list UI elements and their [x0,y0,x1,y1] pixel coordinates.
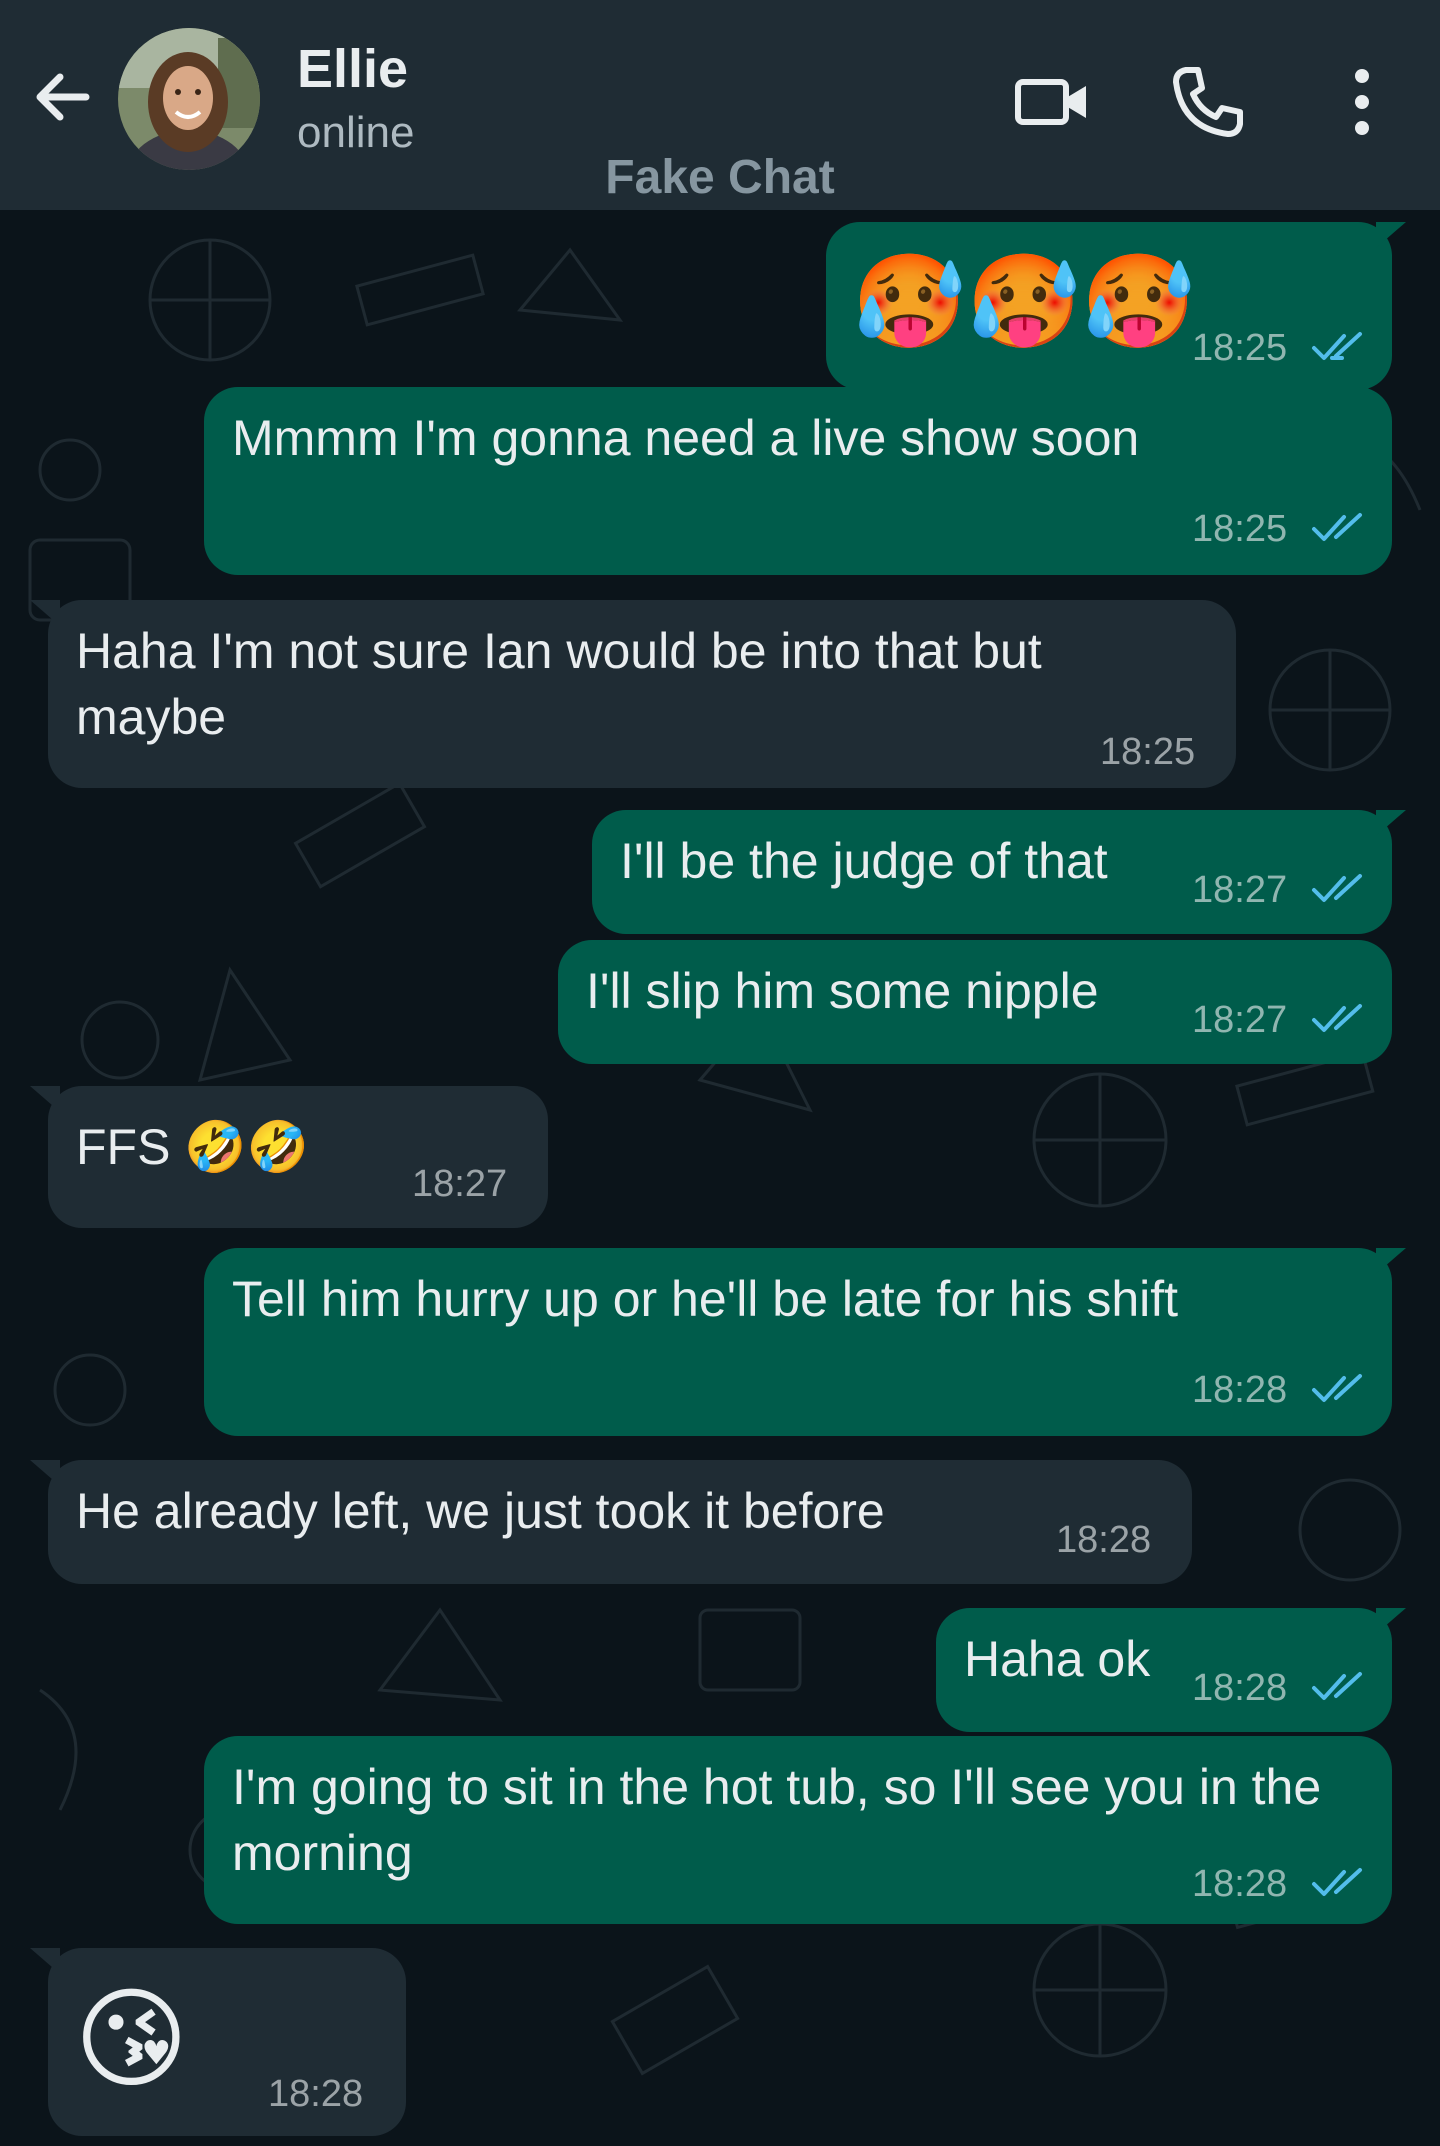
message-time: 18:27 [1192,999,1288,1041]
message-text: Haha I'm not sure Ian would be into that… [76,623,1042,745]
double-check-icon [1312,513,1362,541]
message-bubble-outgoing[interactable]: 🥵🥵🥵 18:25 [826,222,1406,390]
arrow-left-icon [36,73,90,121]
chat-header: Ellie online Fake Chat [0,0,1440,210]
message-time: 18:27 [1192,869,1288,911]
message-time: 18:25 [1192,327,1288,369]
message-bubble-incoming[interactable]: FFS 🤣🤣 18:27 [30,1086,548,1228]
message-text: Tell him hurry up or he'll be late for h… [232,1271,1179,1327]
chat-screen: Ellie online Fake Chat 🥵🥵🥵 18:25 Mmmm I'… [0,0,1440,2146]
message-time: 18:28 [1056,1519,1152,1561]
message-list[interactable]: 🥵🥵🥵 18:25 Mmmm I'm gonna need a live sho… [0,210,1440,2146]
message-time: 18:27 [412,1163,508,1205]
double-check-icon [1312,1868,1362,1896]
menu-button[interactable] [1322,62,1402,142]
message-bubble-outgoing[interactable]: Tell him hurry up or he'll be late for h… [204,1248,1406,1436]
message-text: Haha ok [964,1631,1151,1687]
message-bubble-outgoing[interactable]: Mmmm I'm gonna need a live show soon 18:… [204,387,1392,575]
message-text: I'll be the judge of that [620,833,1108,889]
message-bubble-outgoing[interactable]: I'll be the judge of that 18:27 [592,810,1406,934]
phone-icon [1173,67,1243,137]
avatar-image [118,28,260,170]
double-check-icon [1312,1672,1362,1700]
video-camera-icon [1015,79,1086,125]
message-text: 🥵🥵🥵 [852,251,1196,353]
message-text: He already left, we just took it before [76,1483,885,1539]
message-time: 18:28 [1192,1863,1288,1905]
message-time: 18:28 [268,2073,364,2115]
message-text: Mmmm I'm gonna need a live show soon [232,410,1140,466]
double-check-icon [1312,332,1362,360]
message-bubble-outgoing[interactable]: I'm going to sit in the hot tub, so I'll… [204,1736,1392,1924]
message-time: 18:28 [1192,1667,1288,1709]
message-text: FFS 🤣🤣 [76,1119,309,1175]
back-button[interactable] [28,62,98,132]
kebab-menu-icon [1355,69,1369,135]
video-call-button[interactable] [1012,62,1092,142]
message-bubble-outgoing[interactable]: I'll slip him some nipple 18:27 [558,940,1392,1064]
message-text: I'll slip him some nipple [586,963,1099,1019]
message-time: 18:25 [1100,731,1196,773]
message-time: 18:28 [1192,1369,1288,1411]
avatar[interactable] [118,28,260,170]
double-check-icon [1312,874,1362,902]
message-bubble-incoming[interactable]: Haha I'm not sure Ian would be into that… [30,600,1236,788]
watermark: Fake Chat [605,151,835,204]
voice-call-button[interactable] [1168,62,1248,142]
double-check-icon [1312,1374,1362,1402]
message-bubble-outgoing[interactable]: Haha ok 18:28 [936,1608,1406,1732]
message-time: 18:25 [1192,508,1288,550]
message-text: 😘 [74,1978,189,2101]
message-bubble-incoming[interactable]: He already left, we just took it before … [30,1460,1192,1584]
message-bubble-incoming[interactable]: 😘 18:28 [30,1948,406,2136]
contact-name[interactable]: Ellie [297,38,408,100]
double-check-icon [1312,1004,1362,1032]
